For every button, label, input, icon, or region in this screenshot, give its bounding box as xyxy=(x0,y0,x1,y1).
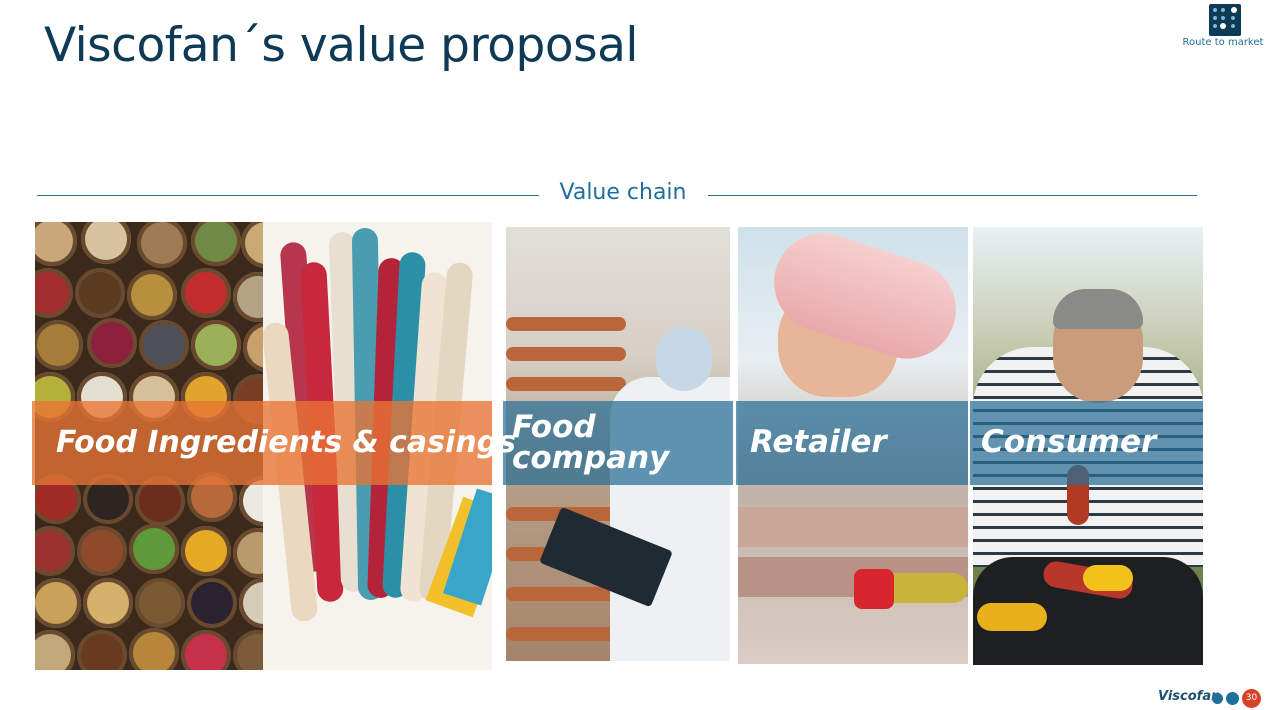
nav-dot-2[interactable] xyxy=(1226,692,1239,705)
divider-right xyxy=(708,195,1197,196)
value-chain-label: Value chain xyxy=(559,180,687,205)
nav-dot-1[interactable] xyxy=(1212,693,1223,704)
page-number-badge: 30 xyxy=(1242,689,1261,708)
page-title: Viscofan´s value proposal xyxy=(44,18,638,73)
food-ingredients-label: Food Ingredients & casings xyxy=(56,425,517,460)
food-company-label-line2: company xyxy=(512,440,670,476)
route-to-market-icon[interactable] xyxy=(1209,4,1241,36)
consumer-label: Consumer xyxy=(981,424,1157,460)
divider-left xyxy=(37,195,539,196)
retailer-label: Retailer xyxy=(750,424,887,460)
food-company-label-line1: Food xyxy=(512,409,596,445)
route-to-market-label[interactable]: Route to market xyxy=(1180,37,1265,48)
viscofan-logo: Viscofan xyxy=(1158,689,1221,704)
